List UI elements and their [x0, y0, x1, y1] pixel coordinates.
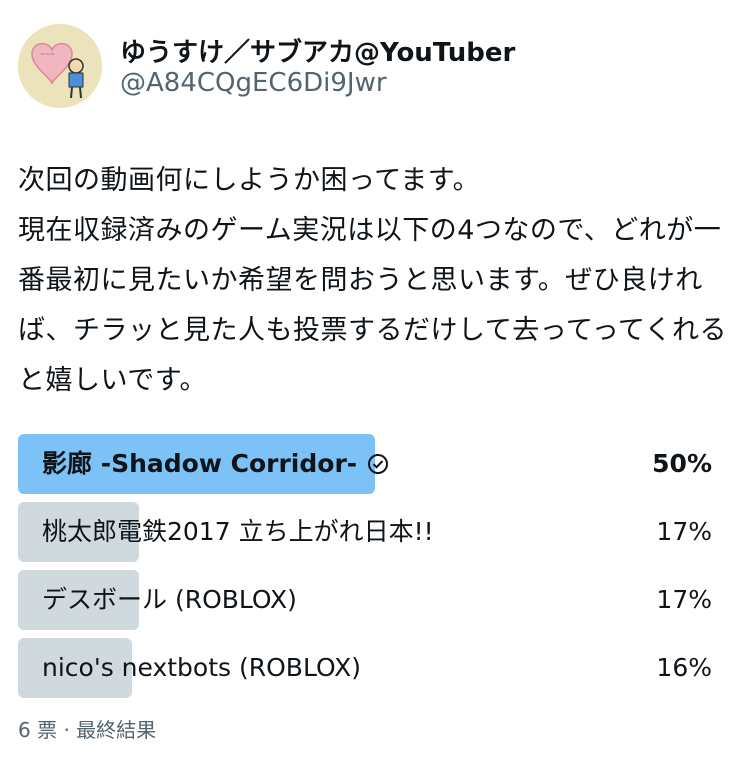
poll-option-label: デスボール (ROBLOX) — [42, 570, 297, 630]
poll-option-text: nico's nextbots (ROBLOX) — [42, 653, 361, 682]
poll-option-percent: 16% — [656, 653, 712, 682]
poll: 影廊 -Shadow Corridor- 50% 桃太郎電鉄2017 立ち上がれ日本… — [18, 434, 712, 706]
poll-option: 影廊 -Shadow Corridor- 50% — [18, 434, 712, 494]
poll-option-label: 桃太郎電鉄2017 立ち上がれ日本!! — [42, 502, 434, 562]
poll-option: nico's nextbots (ROBLOX) 16% — [18, 638, 712, 698]
poll-option-text: 桃太郎電鉄2017 立ち上がれ日本!! — [42, 517, 434, 546]
poll-option-percent: 17% — [656, 517, 712, 546]
author-handle[interactable]: @A84CQgEC6Di9Jwr — [120, 68, 387, 98]
poll-option-label: nico's nextbots (ROBLOX) — [42, 638, 361, 698]
avatar-drawing-icon: ~~~ — [18, 24, 102, 108]
avatar[interactable]: ~~~ — [18, 24, 102, 108]
poll-option: 桃太郎電鉄2017 立ち上がれ日本!! 17% — [18, 502, 712, 562]
poll-option-text: 影廊 -Shadow Corridor- — [42, 449, 358, 478]
check-circle-icon — [367, 453, 389, 475]
poll-meta: 6 票 · 最終結果 — [18, 718, 157, 742]
poll-option-label: 影廊 -Shadow Corridor- — [42, 434, 389, 494]
poll-option-percent: 17% — [656, 585, 712, 614]
poll-option-text: デスボール (ROBLOX) — [42, 585, 297, 614]
poll-option-percent: 50% — [652, 449, 712, 478]
poll-option: デスボール (ROBLOX) 17% — [18, 570, 712, 630]
author-name[interactable]: ゆうすけ／サブアカ@YouTuber — [120, 32, 515, 69]
svg-text:~~~: ~~~ — [40, 51, 55, 58]
tweet-text: 次回の動画何にしようか困ってます。 現在収録済みのゲーム実況は以下の4つなので、… — [18, 165, 728, 396]
